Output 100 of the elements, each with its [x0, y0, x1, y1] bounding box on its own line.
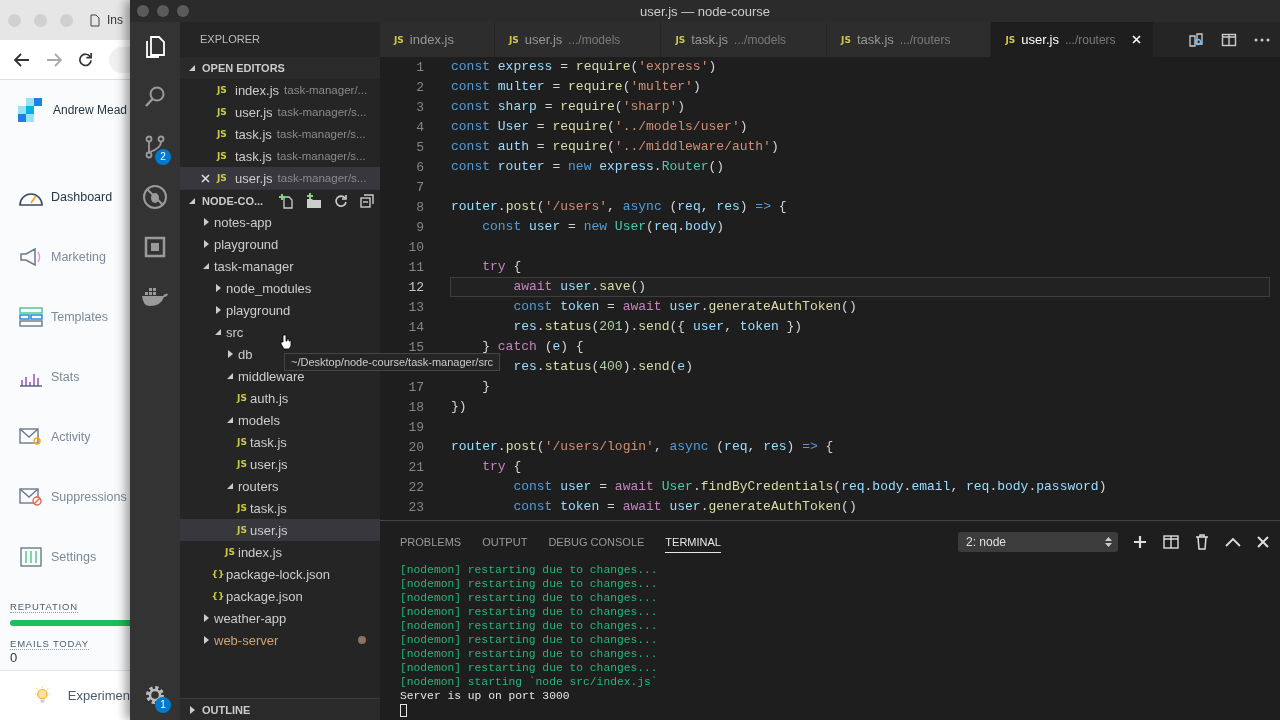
editor-tab[interactable]: JS task.js .../routers — [827, 22, 992, 57]
window-title: user.js — node-course — [639, 3, 771, 19]
editor-tab[interactable]: JS user.js .../routers — [991, 22, 1154, 57]
collapse-all-icon[interactable] — [360, 193, 374, 208]
tree-item[interactable]: JS index.js — [180, 541, 380, 563]
terminal-line: [nodemon] restarting due to changes... — [400, 591, 659, 605]
editor-tab[interactable]: JS user.js .../models — [494, 22, 662, 57]
twisty-icon[interactable] — [202, 240, 210, 248]
no-bug-icon[interactable] — [142, 184, 168, 210]
twisty-icon[interactable] — [202, 218, 210, 226]
tree-item[interactable]: JS task.js — [180, 497, 380, 519]
twisty-icon[interactable] — [202, 262, 210, 270]
line-number: 21 — [407, 459, 424, 475]
tree-item[interactable]: web-server — [180, 629, 380, 651]
plus-icon[interactable] — [1133, 535, 1147, 549]
twisty-icon[interactable] — [226, 416, 234, 424]
js-file-icon: JS — [217, 85, 231, 95]
close-icon[interactable] — [1257, 536, 1269, 548]
tree-item[interactable]: task-manager — [180, 255, 380, 277]
panel-tab[interactable]: OUTPUT — [482, 531, 528, 553]
tree-item[interactable]: JS user.js — [180, 519, 380, 541]
back-icon[interactable] — [14, 52, 30, 67]
tree-item[interactable]: JS task.js — [180, 431, 380, 453]
code-line: } — [481, 378, 491, 396]
trash-icon[interactable] — [1195, 534, 1209, 550]
line-number: 17 — [407, 379, 424, 395]
tree-item[interactable]: node_modules — [180, 277, 380, 299]
panel-tab[interactable]: PROBLEMS — [400, 531, 462, 553]
tree-item[interactable]: weather-app — [180, 607, 380, 629]
file-type-icon: {} — [211, 569, 225, 579]
section-header[interactable]: OUTLINE — [180, 698, 380, 720]
extensions-icon[interactable] — [143, 235, 167, 259]
line-number: 5 — [415, 139, 424, 155]
twisty-icon[interactable] — [202, 636, 210, 644]
line-number: 13 — [407, 299, 424, 315]
settings-icon[interactable] — [143, 683, 167, 707]
open-changes-icon[interactable] — [1188, 31, 1204, 48]
reload-icon[interactable] — [78, 52, 93, 67]
twisty-icon[interactable] — [188, 196, 196, 205]
source-control-icon[interactable] — [143, 135, 167, 159]
twisty-icon[interactable] — [188, 705, 196, 714]
open-editor-item[interactable]: JS user.js task-manager/s... — [180, 167, 380, 189]
tree-item[interactable]: routers — [180, 475, 380, 497]
refresh-icon[interactable] — [334, 193, 348, 208]
nav-item[interactable]: Settings — [0, 527, 130, 587]
tree-item[interactable]: notes-app — [180, 211, 380, 233]
tree-item[interactable]: JS user.js — [180, 453, 380, 475]
browser-tab-title[interactable]: Ins — [107, 13, 123, 27]
chevron-up-icon[interactable] — [1225, 537, 1241, 547]
file-type-icon: JS — [225, 547, 235, 557]
section-header[interactable]: OPEN EDITORS — [180, 57, 380, 79]
file-type-icon: JS — [237, 393, 247, 403]
twisty-icon[interactable] — [214, 328, 222, 336]
page-icon — [90, 13, 100, 27]
twisty-icon[interactable] — [214, 284, 222, 292]
tree-item[interactable]: playground — [180, 299, 380, 321]
new-file-icon[interactable] — [278, 192, 294, 209]
experiments-link[interactable]: Experimen — [67, 688, 130, 703]
twisty-icon[interactable] — [226, 350, 234, 358]
split-editor-icon[interactable] — [1221, 31, 1237, 48]
more-icon[interactable] — [1254, 37, 1270, 42]
js-file-icon: JS — [217, 173, 231, 183]
nav-label: Dashboard — [51, 190, 113, 204]
panel-tab[interactable]: DEBUG CONSOLE — [548, 531, 645, 553]
code-line: const User = require('../models/user') — [450, 118, 749, 136]
project-title[interactable]: NODE-CO... — [202, 194, 264, 207]
nav-item[interactable]: Marketing — [0, 227, 130, 287]
close-icon[interactable] — [200, 173, 210, 183]
code-line: const router = new express.Router() — [450, 158, 726, 176]
panel-tab[interactable]: TERMINAL — [665, 531, 721, 553]
tree-item[interactable]: playground — [180, 233, 380, 255]
twisty-icon[interactable] — [214, 306, 222, 314]
open-editor-item[interactable]: JS user.js task-manager/s... — [180, 101, 380, 123]
twisty-icon[interactable] — [188, 64, 196, 72]
nav-item[interactable]: Suppressions — [0, 467, 130, 527]
twisty-icon[interactable] — [226, 482, 234, 490]
nav-item[interactable]: Stats — [0, 347, 130, 407]
open-editor-item[interactable]: JS task.js task-manager/s... — [180, 123, 380, 145]
whale-icon[interactable] — [141, 286, 169, 308]
open-editor-item[interactable]: JS index.js task-manager/... — [180, 79, 380, 101]
line-number: 11 — [407, 259, 424, 275]
tree-item[interactable]: JS auth.js — [180, 387, 380, 409]
files-icon[interactable] — [143, 35, 167, 59]
terminal-select[interactable]: 2: node — [958, 532, 1118, 552]
editor-tab[interactable]: JS index.js — [380, 22, 495, 57]
nav-label: Suppressions — [51, 490, 127, 504]
nav-item[interactable]: Templates — [0, 287, 130, 347]
twisty-icon[interactable] — [226, 372, 234, 380]
editor-tab[interactable]: JS task.js .../models — [661, 22, 828, 57]
tree-item[interactable]: src — [180, 321, 380, 343]
twisty-icon[interactable] — [202, 614, 210, 622]
tree-item[interactable]: models — [180, 409, 380, 431]
nav-item[interactable]: Activity — [0, 407, 130, 467]
split-terminal-icon[interactable] — [1163, 535, 1179, 549]
search-icon[interactable] — [143, 85, 167, 109]
tree-item[interactable]: {}package-lock.json — [180, 563, 380, 585]
new-folder-icon[interactable] — [306, 192, 322, 209]
nav-item[interactable]: Dashboard — [0, 167, 130, 227]
open-editor-item[interactable]: JS task.js task-manager/s... — [180, 145, 380, 167]
tree-item[interactable]: {}package.json — [180, 585, 380, 607]
